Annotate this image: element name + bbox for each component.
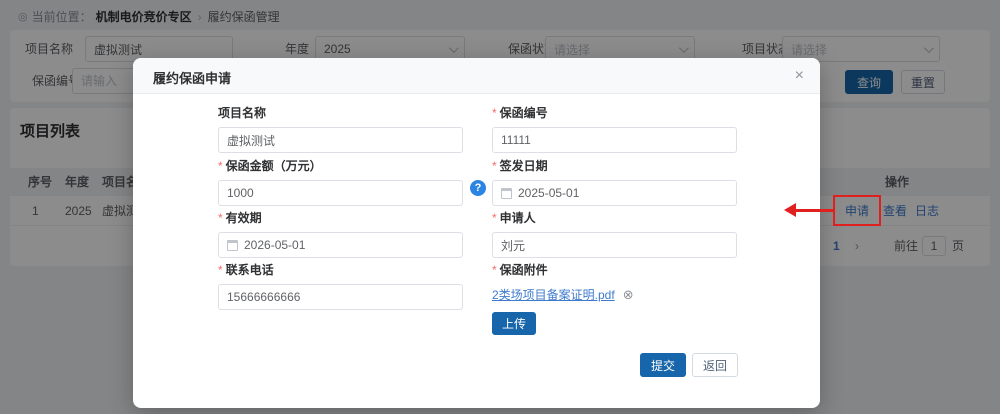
attachment-file-link[interactable]: 2类场项目备案证明.pdf xyxy=(492,286,615,303)
field-label: 有效期 xyxy=(226,211,262,225)
field-label: 项目名称 xyxy=(218,106,266,120)
guarantee-application-modal: 履约保函申请 × 项目名称 *保函编号 *保函金额（万元） ? *签发日期 * xyxy=(133,58,820,408)
submit-button[interactable]: 提交 xyxy=(640,353,686,377)
upload-button[interactable]: 上传 xyxy=(492,312,536,335)
field-valid-until: *有效期 xyxy=(218,209,463,258)
annotation-box xyxy=(833,195,881,226)
back-button[interactable]: 返回 xyxy=(692,353,738,377)
field-label: 联系电话 xyxy=(226,263,274,277)
guarantee-no-input[interactable] xyxy=(492,127,737,153)
close-icon[interactable]: × xyxy=(795,66,804,86)
remove-attachment-icon[interactable]: ⊗ xyxy=(623,288,634,301)
phone-input[interactable] xyxy=(218,284,463,310)
page: ◎ 当前位置： 机制电价竞价专区 › 履约保函管理 项目名称 年度 2025 保… xyxy=(0,0,1000,414)
modal-header: 履约保函申请 × xyxy=(133,58,820,94)
required-mark: * xyxy=(218,211,223,225)
field-label: 保函附件 xyxy=(500,263,548,277)
field-label: 保函编号 xyxy=(500,106,548,120)
required-mark: * xyxy=(218,159,223,173)
annotation-arrowhead xyxy=(784,203,796,217)
required-mark: * xyxy=(492,159,497,173)
calendar-icon xyxy=(501,188,512,199)
valid-until-input[interactable] xyxy=(244,238,454,252)
field-attachment: *保函附件 2类场项目备案证明.pdf ⊗ 上传 xyxy=(492,261,737,335)
field-guarantee-no: *保函编号 xyxy=(492,104,737,153)
field-label: 签发日期 xyxy=(500,159,548,173)
required-mark: * xyxy=(218,263,223,277)
applicant-input[interactable] xyxy=(492,232,737,258)
valid-until-picker[interactable] xyxy=(218,232,463,258)
calendar-icon xyxy=(227,240,238,251)
field-phone: *联系电话 xyxy=(218,261,463,310)
help-icon[interactable]: ? xyxy=(470,180,486,196)
field-label: 申请人 xyxy=(500,211,536,225)
field-amount: *保函金额（万元） xyxy=(218,157,463,206)
modal-title: 履约保函申请 xyxy=(153,68,231,87)
project-name-input[interactable] xyxy=(218,127,463,153)
field-project-name: 项目名称 xyxy=(218,104,463,153)
required-mark: * xyxy=(492,211,497,225)
issue-date-picker[interactable] xyxy=(492,180,737,206)
field-issue-date: *签发日期 xyxy=(492,157,737,206)
field-label: 保函金额（万元） xyxy=(226,159,322,173)
field-applicant: *申请人 xyxy=(492,209,737,258)
annotation-arrow xyxy=(795,209,835,212)
required-mark: * xyxy=(492,106,497,120)
amount-input[interactable] xyxy=(218,180,463,206)
required-mark: * xyxy=(492,263,497,277)
attachment-file-row: 2类场项目备案证明.pdf ⊗ xyxy=(492,286,737,303)
issue-date-input[interactable] xyxy=(518,186,728,200)
